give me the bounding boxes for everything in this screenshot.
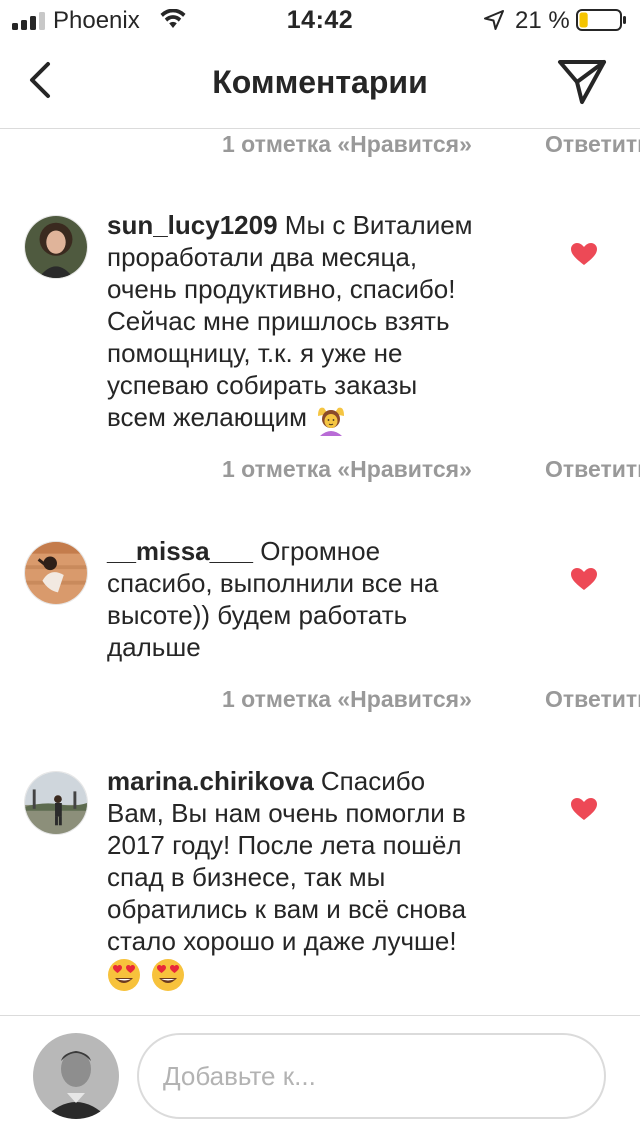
comment-body: sun_lucy1209 Мы с Виталием проработали д… xyxy=(107,209,547,437)
comments-list[interactable]: 1 отметка «Нравится» Ответить sun_lucy12… xyxy=(0,129,640,1015)
avatar[interactable] xyxy=(24,541,88,605)
comment-meta-row: 1 отметка «Нравится» Ответить xyxy=(0,454,640,490)
woman-gesturing-ok-emoji xyxy=(318,407,345,437)
reply-link[interactable]: Ответить xyxy=(545,686,640,713)
heart-icon[interactable] xyxy=(570,797,598,821)
comment-username[interactable]: marina.chirikova xyxy=(107,766,314,796)
avatar[interactable] xyxy=(24,215,88,279)
comment-body: marina.chirikova Спасибо Вам, Вы нам оче… xyxy=(107,765,547,992)
comment-username[interactable]: sun_lucy1209 xyxy=(107,210,278,240)
comment-username[interactable]: __missa___ xyxy=(107,536,253,566)
comment-composer xyxy=(0,1015,640,1137)
heart-icon[interactable] xyxy=(570,567,598,591)
heart-icon[interactable] xyxy=(570,242,598,266)
likes-count-link[interactable]: 1 отметка «Нравится» xyxy=(222,686,472,713)
location-arrow-icon xyxy=(484,10,504,30)
battery-icon xyxy=(576,9,626,31)
battery-percentage: 21 % xyxy=(515,7,570,34)
heart-eyes-emoji xyxy=(152,959,184,992)
comment-body: __missa___ Огромное спасибо, выполнили в… xyxy=(107,536,439,662)
likes-count-link[interactable]: 1 отметка «Нравится» xyxy=(222,456,472,483)
comment-meta-row: 1 отметка «Нравится» Ответить xyxy=(0,129,640,165)
heart-eyes-emoji xyxy=(108,959,140,992)
navigation-bar: Комментарии xyxy=(0,40,640,129)
likes-count-link[interactable]: 1 отметка «Нравится» xyxy=(222,131,472,158)
page-title: Комментарии xyxy=(212,64,428,100)
comment-meta-row: 1 отметка «Нравится» Ответить xyxy=(0,684,640,720)
status-bar: Phoenix 14:42 21 % xyxy=(0,0,640,40)
avatar[interactable] xyxy=(24,771,88,835)
avatar[interactable] xyxy=(33,1033,119,1119)
paper-plane-icon[interactable] xyxy=(556,56,608,108)
reply-link[interactable]: Ответить xyxy=(545,131,640,158)
reply-link[interactable]: Ответить xyxy=(545,456,640,483)
emoji-group xyxy=(107,958,185,992)
comment-input[interactable] xyxy=(137,1033,606,1119)
